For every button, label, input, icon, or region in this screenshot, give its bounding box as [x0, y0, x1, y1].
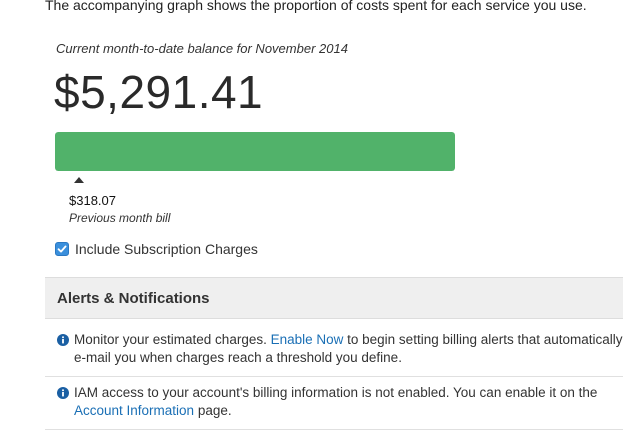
- account-information-link[interactable]: Account Information: [74, 403, 194, 418]
- notice-iam-access-text-before: IAM access to your account's billing inf…: [74, 385, 598, 400]
- previous-bill-label: Previous month bill: [69, 211, 171, 225]
- intro-text: The accompanying graph shows the proport…: [45, 0, 587, 13]
- include-subscription-toggle[interactable]: Include Subscription Charges: [55, 240, 258, 258]
- enable-now-link[interactable]: Enable Now: [271, 332, 344, 347]
- subscription-checkbox[interactable]: [55, 242, 69, 256]
- notice-iam-access-text-after: page.: [194, 403, 232, 418]
- notice-billing-alerts-text: Monitor your estimated charges. Enable N…: [74, 331, 623, 367]
- notice-billing-alerts-text-before: Monitor your estimated charges.: [74, 332, 271, 347]
- notice-iam-access-text: IAM access to your account's billing inf…: [74, 384, 623, 420]
- subscription-label: Include Subscription Charges: [75, 241, 258, 257]
- usage-bar: [55, 132, 455, 171]
- checkmark-icon: [57, 245, 67, 253]
- notice-billing-alerts: Monitor your estimated charges. Enable N…: [45, 331, 623, 377]
- previous-month-marker-icon: [74, 177, 84, 183]
- notice-iam-access: IAM access to your account's billing inf…: [45, 384, 623, 430]
- info-icon: [57, 334, 69, 346]
- alerts-title: Alerts & Notifications: [57, 290, 210, 307]
- info-icon: [57, 387, 69, 399]
- balance-period-label: Current month-to-date balance for Novemb…: [56, 41, 348, 56]
- balance-amount: $5,291.41: [54, 66, 264, 118]
- alerts-section-header: Alerts & Notifications: [45, 277, 623, 319]
- usage-bar-fill: [55, 132, 455, 171]
- previous-bill-amount: $318.07: [69, 193, 116, 208]
